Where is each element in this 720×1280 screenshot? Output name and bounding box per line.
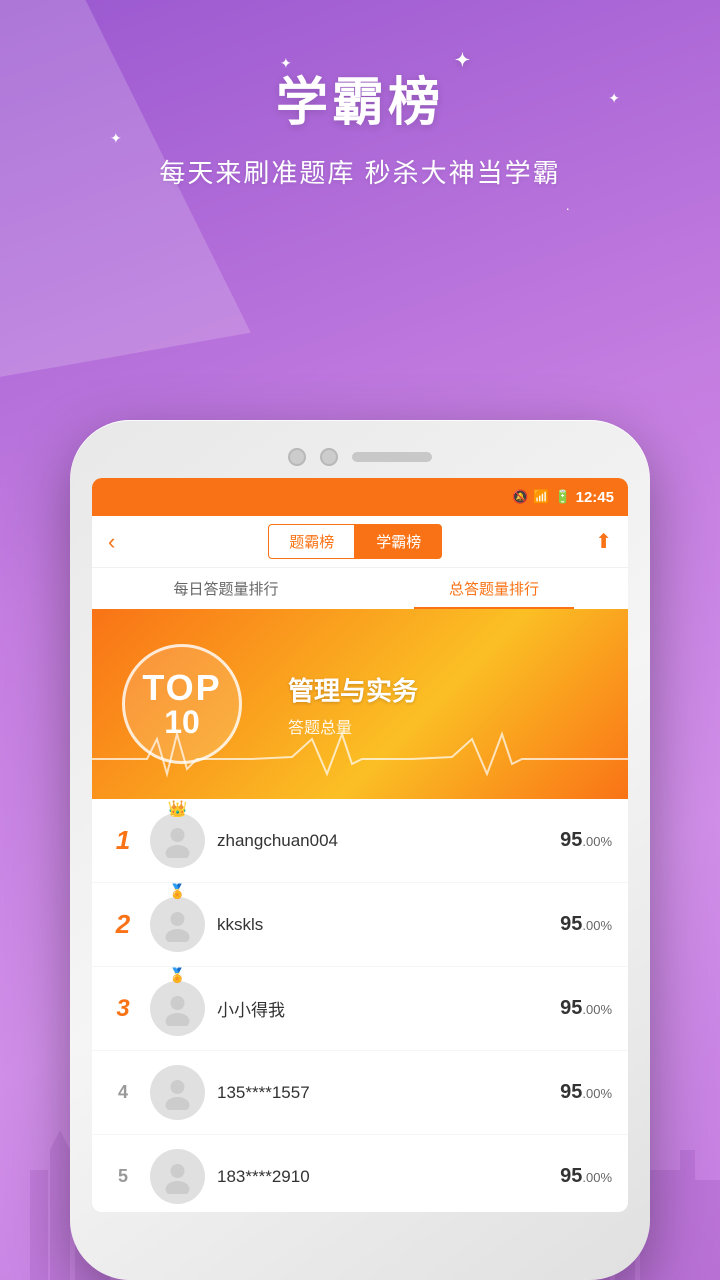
header-area: ✦ ✦ · ✦ 学霸榜 每天来刷准题库 秒杀大神当学霸 xyxy=(0,0,720,190)
score-decimal-4: .00 xyxy=(582,1086,600,1101)
star-decoration-3: · xyxy=(565,200,570,216)
score-value-2: 95 xyxy=(560,913,582,935)
status-bar: 🔕 📶 🔋 12:45 xyxy=(92,478,628,516)
score-pct-3: % xyxy=(600,1002,612,1017)
score-value-3: 95 xyxy=(560,997,582,1019)
sub-tab-daily[interactable]: 每日答题量排行 xyxy=(92,568,360,609)
status-time: 12:45 xyxy=(576,489,614,506)
score-value-4: 95 xyxy=(560,1081,582,1103)
phone-speaker xyxy=(352,452,432,462)
score-value-5: 95 xyxy=(560,1165,582,1187)
banner: TOP 10 管理与实务 答题总量 xyxy=(92,609,628,799)
top-circle: TOP 10 xyxy=(122,644,242,764)
score-pct-1: % xyxy=(600,834,612,849)
banner-category: 管理与实务 xyxy=(288,671,612,708)
rank-item-3: 3 🏅 小小得我 95.00% xyxy=(92,967,628,1051)
tab-xuebabang[interactable]: 学霸榜 xyxy=(355,524,442,559)
rank-name-3: 小小得我 xyxy=(217,996,560,1021)
phone-mockup: 🔕 📶 🔋 12:45 ‹ 题霸榜 学霸榜 ⬆ 每日答题量排行 总答题量排行 xyxy=(70,420,650,1280)
rank-score-4: 95.00% xyxy=(560,1081,612,1104)
phone-camera xyxy=(288,448,306,466)
rank-item-1: 1 👑 zhangchuan004 95.00% xyxy=(92,799,628,883)
avatar-1 xyxy=(150,813,205,868)
crown-icon-2: 🏅 xyxy=(169,883,186,900)
banner-info: 管理与实务 答题总量 xyxy=(272,655,628,754)
crown-icon-3: 🏅 xyxy=(169,967,186,984)
score-decimal-3: .00 xyxy=(582,1002,600,1017)
avatar-5 xyxy=(150,1149,205,1204)
top-label: TOP xyxy=(142,670,221,706)
rank-name-4: 135****1557 xyxy=(217,1083,560,1103)
rank-number-4: 4 xyxy=(108,1082,138,1103)
rank-number-2: 2 xyxy=(108,909,138,940)
phone-notch xyxy=(92,448,628,466)
mute-icon: 🔕 xyxy=(512,489,528,505)
score-pct-5: % xyxy=(600,1170,612,1185)
rank-number-3: 3 xyxy=(108,995,138,1023)
banner-desc: 答题总量 xyxy=(288,714,612,738)
rank-name-1: zhangchuan004 xyxy=(217,831,560,851)
leaderboard: 1 👑 zhangchuan004 95.00% 2 xyxy=(92,799,628,1212)
avatar-3 xyxy=(150,981,205,1036)
rank-item-4: 4 135****1557 95.00% xyxy=(92,1051,628,1135)
signal-icon: 📶 xyxy=(533,489,549,505)
phone-camera-2 xyxy=(320,448,338,466)
phone-screen: 🔕 📶 🔋 12:45 ‹ 题霸榜 学霸榜 ⬆ 每日答题量排行 总答题量排行 xyxy=(92,478,628,1212)
phone-outer: 🔕 📶 🔋 12:45 ‹ 题霸榜 学霸榜 ⬆ 每日答题量排行 总答题量排行 xyxy=(70,420,650,1280)
rank-item-2: 2 🏅 kkskls 95.00% xyxy=(92,883,628,967)
rank-badge-1: 👑 xyxy=(150,813,205,868)
rank-number-5: 5 xyxy=(108,1166,138,1187)
page-subtitle: 每天来刷准题库 秒杀大神当学霸 xyxy=(0,153,720,190)
score-decimal-1: .00 xyxy=(582,834,600,849)
avatar-4 xyxy=(150,1065,205,1120)
rank-badge-5 xyxy=(150,1149,205,1204)
sub-tab-total[interactable]: 总答题量排行 xyxy=(360,568,628,609)
rank-name-2: kkskls xyxy=(217,915,560,935)
rank-score-1: 95.00% xyxy=(560,829,612,852)
rank-score-3: 95.00% xyxy=(560,997,612,1020)
back-button[interactable]: ‹ xyxy=(108,529,115,555)
status-icons: 🔕 📶 🔋 12:45 xyxy=(512,489,614,506)
star-decoration-2: ✦ xyxy=(110,130,122,147)
rank-badge-4 xyxy=(150,1065,205,1120)
sub-tabs: 每日答题量排行 总答题量排行 xyxy=(92,568,628,609)
share-button[interactable]: ⬆ xyxy=(595,529,612,554)
rank-name-5: 183****2910 xyxy=(217,1167,560,1187)
rank-number-1: 1 xyxy=(108,825,138,856)
battery-icon: 🔋 xyxy=(554,489,570,505)
rank-score-2: 95.00% xyxy=(560,913,612,936)
top-number: 10 xyxy=(164,706,200,738)
rank-item-5: 5 183****2910 95.00% xyxy=(92,1135,628,1212)
banner-top10-area: TOP 10 xyxy=(92,609,272,799)
score-pct-2: % xyxy=(600,918,612,933)
nav-bar: ‹ 题霸榜 学霸榜 ⬆ xyxy=(92,516,628,568)
nav-tabs: 题霸榜 学霸榜 xyxy=(268,524,442,559)
avatar-2 xyxy=(150,897,205,952)
crown-icon-1: 👑 xyxy=(168,799,188,819)
score-value-1: 95 xyxy=(560,829,582,851)
score-pct-4: % xyxy=(600,1086,612,1101)
page-title: 学霸榜 xyxy=(276,60,444,135)
rank-score-5: 95.00% xyxy=(560,1165,612,1188)
rank-badge-3: 🏅 xyxy=(150,981,205,1036)
score-decimal-5: .00 xyxy=(582,1170,600,1185)
rank-badge-2: 🏅 xyxy=(150,897,205,952)
star-decoration-4: ✦ xyxy=(608,90,620,107)
score-decimal-2: .00 xyxy=(582,918,600,933)
tab-tibaobang[interactable]: 题霸榜 xyxy=(268,524,355,559)
